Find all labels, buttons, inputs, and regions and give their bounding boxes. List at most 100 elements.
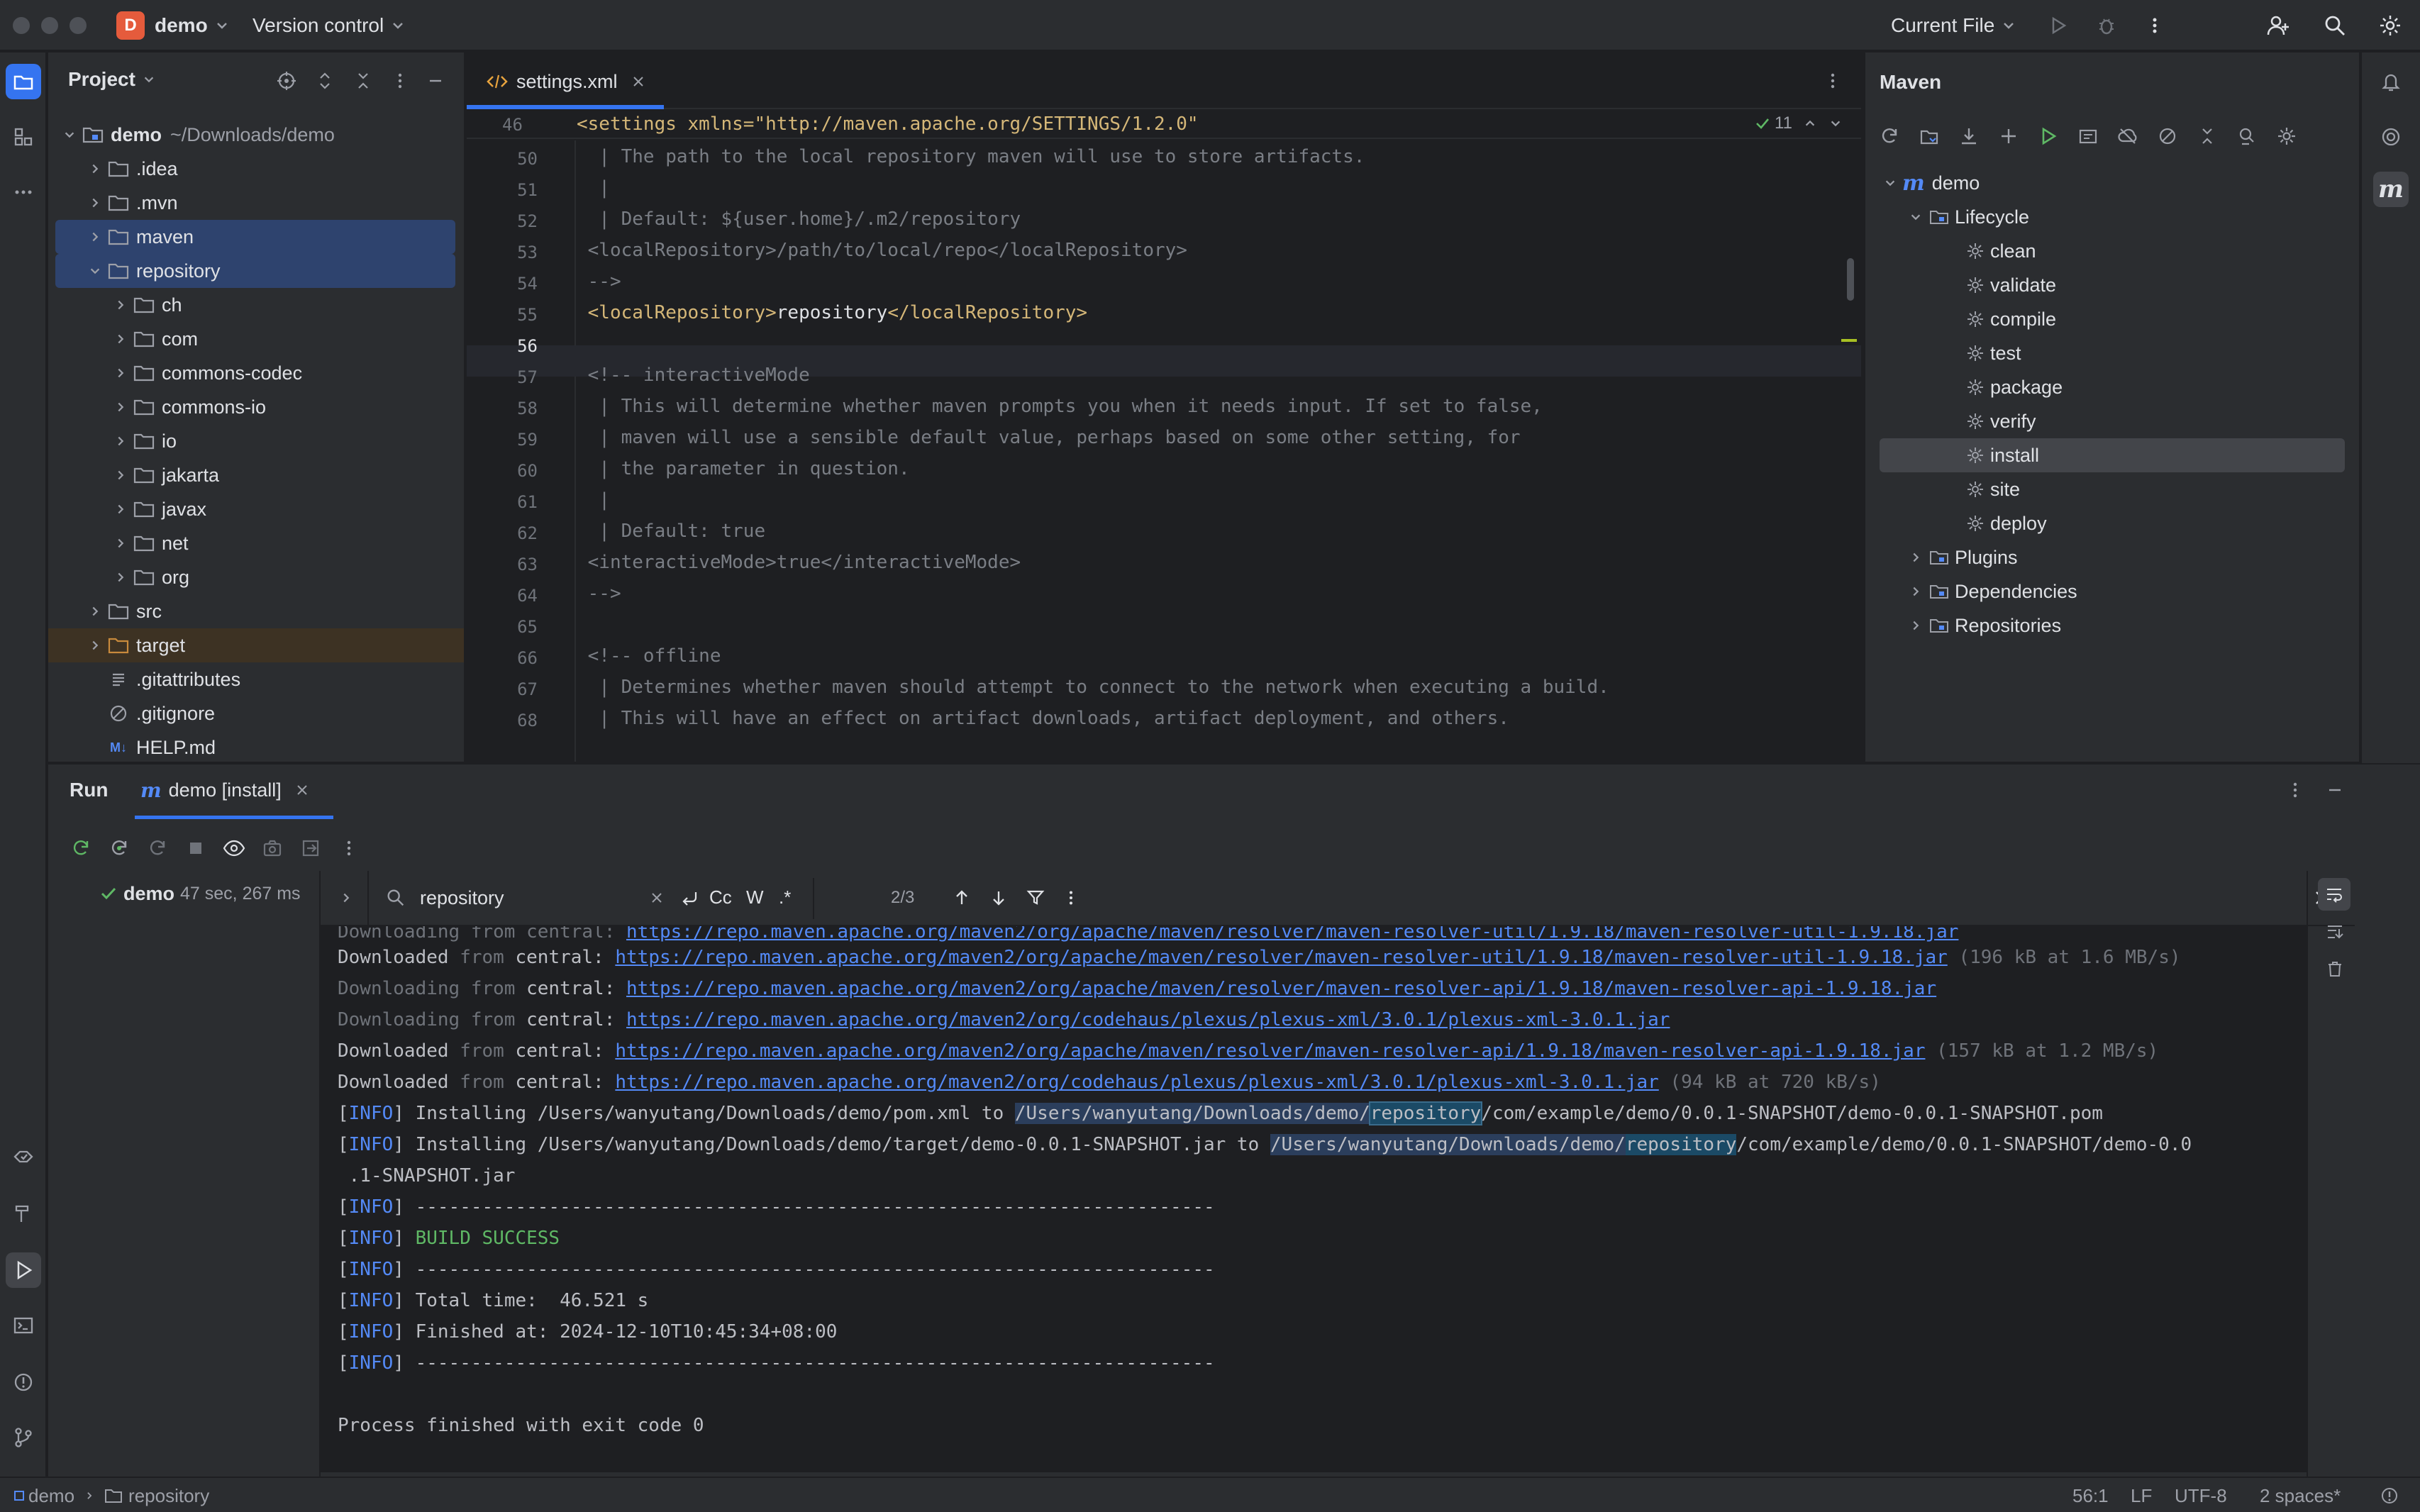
run-tool-icon[interactable] [6,1252,41,1288]
collapse-icon[interactable] [2189,118,2226,155]
terminal-tool-icon[interactable] [6,1308,41,1343]
chevron-right-icon[interactable] [109,356,132,390]
console-link[interactable]: https://repo.maven.apache.org/maven2/org… [626,1009,1670,1030]
trash-icon[interactable] [2316,950,2353,987]
export-icon[interactable] [292,830,329,867]
chevron-right-icon[interactable] [1909,585,1922,598]
line-separator[interactable]: LF [2131,1485,2152,1507]
project-switcher[interactable]: D demo [116,9,229,43]
maven-goal-clean[interactable]: clean [1865,234,2359,268]
add-user-icon[interactable] [2260,7,2297,44]
inspections-widget[interactable]: 11 [1755,113,1842,133]
project-tree-item[interactable]: M↓ HELP.md [48,730,464,762]
chevron-right-icon[interactable] [1909,551,1922,564]
notifications-bell-icon[interactable] [2373,64,2409,99]
chevron-down-icon[interactable] [1829,117,1842,130]
breadcrumb-folder[interactable]: repository [128,1485,209,1507]
vcs-menu[interactable]: Version control [252,9,405,43]
collapse-all-icon[interactable] [345,62,382,99]
locate-file-icon[interactable] [268,62,305,99]
editor-tab-settings-xml[interactable]: settings.xml [475,64,656,99]
structure-tool-icon[interactable] [6,119,41,155]
ai-assistant-icon[interactable] [2373,119,2409,155]
camera-icon[interactable] [254,830,291,867]
run-maven-icon[interactable] [2030,118,2067,155]
more-vertical-icon[interactable] [1814,62,1851,99]
hide-panel-icon[interactable] [417,62,454,99]
maven-tool-icon[interactable]: m [2373,172,2409,207]
more-vertical-icon[interactable] [2136,7,2173,44]
project-tree-item[interactable]: .mvn [48,186,464,220]
run-icon[interactable] [2040,7,2077,44]
maven-goal-verify[interactable]: verify [1865,404,2359,438]
soft-wrap-icon[interactable] [2318,878,2350,911]
maven-goal-compile[interactable]: compile [1865,302,2359,336]
next-match-icon[interactable] [980,879,1017,916]
add-icon[interactable] [1990,118,2027,155]
project-tree-item[interactable]: .idea [48,152,464,186]
console-link[interactable]: https://repo.maven.apache.org/maven2/org… [615,1040,1925,1062]
skip-tests-icon[interactable] [2149,118,2186,155]
run-tab-demo-install[interactable]: m demo [install] [140,774,309,806]
window-zoom-button[interactable] [70,17,87,34]
project-tree-item[interactable]: target [48,628,464,662]
project-tree-item[interactable]: net [48,526,464,560]
maven-group[interactable]: Dependencies [1865,574,2359,608]
reload-icon[interactable] [1871,118,1908,155]
maven-group[interactable]: Plugins [1865,540,2359,574]
warning-icon[interactable] [2372,1478,2407,1512]
scroll-to-end-icon[interactable] [2316,913,2353,950]
project-tool-icon[interactable] [6,64,41,99]
project-tree-item[interactable]: .gitattributes [48,662,464,696]
more-vertical-icon[interactable] [331,830,367,867]
filter-icon[interactable] [1017,879,1054,916]
project-tree-item[interactable]: org [48,560,464,594]
more-vertical-icon[interactable] [382,62,418,99]
maven-goal-test[interactable]: test [1865,336,2359,370]
project-tree-item[interactable]: io [48,424,464,458]
project-panel-header[interactable]: Project [68,68,155,91]
project-tree-item[interactable]: jakarta [48,458,464,492]
window-minimize-button[interactable] [41,17,58,34]
rerun-failed-icon[interactable] [101,830,138,867]
chevron-right-icon[interactable] [84,152,106,186]
analyze-dependencies-icon[interactable] [2228,118,2265,155]
indent-setting[interactable]: 2 spaces* [2260,1485,2341,1507]
expand-all-icon[interactable] [306,62,343,99]
chevron-right-icon[interactable] [84,186,106,220]
chevron-right-icon[interactable] [328,879,365,916]
debug-icon[interactable] [2088,7,2125,44]
project-tree-item[interactable]: javax [48,492,464,526]
chevron-right-icon[interactable] [84,220,106,254]
maven-goal-site[interactable]: site [1865,472,2359,506]
project-tree-item[interactable]: src [48,594,464,628]
chevron-right-icon[interactable] [109,390,132,424]
maven-settings-icon[interactable] [2268,118,2305,155]
console-link[interactable]: https://repo.maven.apache.org/maven2/org… [626,978,1936,999]
chevron-down-icon[interactable] [84,254,106,288]
run-tree-item[interactable]: demo 47 sec, 267 ms [99,878,319,909]
project-tree-item[interactable]: demo ~/Downloads/demo [48,118,464,152]
download-icon[interactable] [1950,118,1987,155]
chevron-right-icon[interactable] [109,526,132,560]
toggle-auto-test-icon[interactable] [139,830,176,867]
whole-words-toggle[interactable]: W [746,886,764,908]
close-icon[interactable] [296,784,309,796]
search-icon[interactable] [377,879,414,916]
file-encoding[interactable]: UTF-8 [2175,1485,2227,1507]
project-tree-item[interactable]: com [48,322,464,356]
project-tree-item[interactable]: repository [55,254,455,288]
rerun-icon[interactable] [62,830,99,867]
eye-icon[interactable] [216,830,252,867]
chevron-up-icon[interactable] [1804,117,1816,130]
build-hammer-icon[interactable] [6,1196,41,1231]
execute-goal-icon[interactable] [2070,118,2107,155]
previous-match-icon[interactable] [943,879,980,916]
run-config-selector[interactable]: Current File [1891,9,2016,43]
maven-group[interactable]: Repositories [1865,608,2359,643]
console-search-input[interactable] [420,881,633,915]
services-tool-icon[interactable] [6,1139,41,1174]
maven-lifecycle-node[interactable]: Lifecycle [1865,200,2359,234]
chevron-down-icon[interactable] [58,118,81,152]
more-vertical-icon[interactable] [2277,772,2314,808]
